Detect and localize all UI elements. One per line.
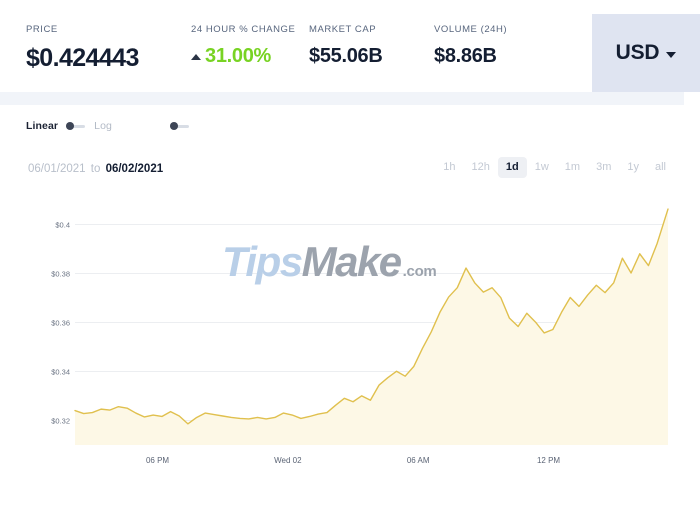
period-option-1h[interactable]: 1h — [435, 157, 463, 178]
stat-market-cap-value: $55.06B — [309, 46, 434, 66]
period-option-1d[interactable]: 1d — [498, 157, 527, 178]
toggle-knob — [66, 122, 74, 130]
y-axis-label: $0.4 — [55, 220, 70, 229]
period-option-all[interactable]: all — [647, 157, 674, 178]
date-range-to: 06/02/2021 — [106, 163, 164, 175]
date-range-from: 06/01/2021 — [28, 163, 86, 175]
period-option-12h[interactable]: 12h — [464, 157, 498, 178]
scale-log-label: Log — [94, 120, 112, 132]
stat-change: 24 HOUR % CHANGE 31.00% — [191, 24, 309, 66]
x-axis-label: 06 PM — [146, 456, 169, 465]
y-axis-label: $0.36 — [51, 318, 70, 327]
date-range[interactable]: 06/01/2021 to 06/02/2021 — [28, 160, 163, 178]
period-option-1m[interactable]: 1m — [557, 157, 588, 178]
period-option-3m[interactable]: 3m — [588, 157, 619, 178]
stats-row: PRICE $0.424443 24 HOUR % CHANGE 31.00% … — [26, 24, 554, 71]
chart-area-fill — [75, 209, 668, 445]
chevron-down-icon — [666, 52, 676, 58]
toggle-knob — [170, 122, 178, 130]
x-axis-label: Wed 02 — [274, 456, 302, 465]
price-chart[interactable]: $0.4 $0.38 $0.36 $0.34 $0.32 06 PM Wed 02 06 AM… — [0, 190, 700, 480]
stat-change-value: 31.00% — [205, 46, 271, 66]
y-axis-label: $0.32 — [51, 416, 70, 425]
period-selector: 1h 12h 1d 1w 1m 3m 1y all — [435, 157, 674, 178]
range-row: 06/01/2021 to 06/02/2021 1h 12h 1d 1w 1m… — [0, 160, 700, 180]
currency-selector[interactable]: USD — [592, 14, 700, 92]
header-divider-band — [0, 92, 684, 105]
y-axis-label: $0.38 — [51, 269, 70, 278]
stat-change-label: 24 HOUR % CHANGE — [191, 24, 309, 35]
stat-market-cap: MARKET CAP $55.06B — [309, 24, 434, 66]
y-axis-label: $0.34 — [51, 367, 70, 376]
stat-price-label: PRICE — [26, 24, 191, 35]
x-axis-label: 12 PM — [537, 456, 560, 465]
date-range-separator: to — [91, 163, 101, 175]
stat-volume-value: $8.86B — [434, 46, 554, 66]
currency-selector-label: USD — [616, 41, 660, 65]
stat-volume: VOLUME (24H) $8.86B — [434, 24, 554, 66]
stat-market-cap-label: MARKET CAP — [309, 24, 434, 35]
stat-volume-label: VOLUME (24H) — [434, 24, 554, 35]
stat-price: PRICE $0.424443 — [26, 24, 191, 71]
x-axis-label: 06 AM — [407, 456, 430, 465]
scale-toggle-switch[interactable] — [66, 122, 86, 130]
triangle-up-icon — [191, 54, 201, 60]
scale-linear-label: Linear — [26, 120, 58, 132]
period-option-1w[interactable]: 1w — [527, 157, 557, 178]
price-chart-svg[interactable]: $0.4 $0.38 $0.36 $0.34 $0.32 06 PM Wed 02 06 AM… — [0, 190, 700, 480]
secondary-toggle-switch[interactable] — [170, 122, 190, 130]
stat-change-value-wrap: 31.00% — [191, 46, 309, 66]
stat-price-value: $0.424443 — [26, 46, 191, 71]
stats-header: PRICE $0.424443 24 HOUR % CHANGE 31.00% … — [0, 0, 700, 88]
scale-toggle-row: Linear Log — [26, 118, 198, 134]
period-option-1y[interactable]: 1y — [619, 157, 647, 178]
